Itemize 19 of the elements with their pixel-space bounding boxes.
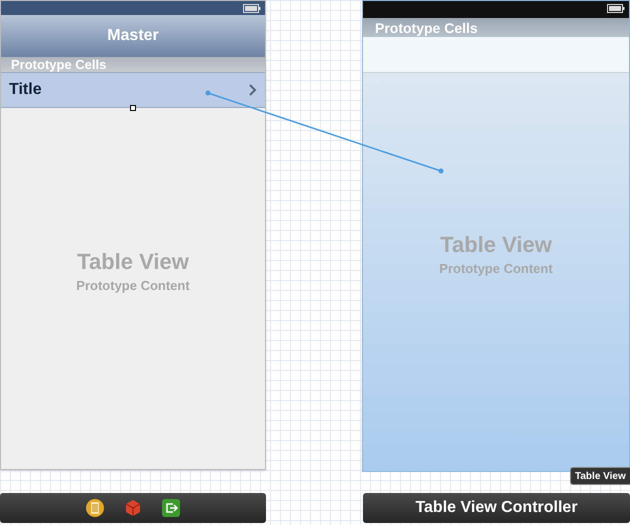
- section-header: Prototype Cells: [1, 57, 265, 72]
- table-view-label: Table View: [77, 248, 189, 276]
- table-cell[interactable]: [363, 37, 629, 73]
- table-view-label: Table View: [440, 231, 552, 258]
- document-icon[interactable]: [85, 498, 105, 518]
- battery-icon: [243, 4, 261, 13]
- battery-icon: [607, 4, 625, 13]
- cell-title: Title: [9, 80, 42, 100]
- chevron-icon: [249, 84, 257, 96]
- cube-icon[interactable]: [123, 498, 143, 518]
- resize-handle[interactable]: [130, 105, 136, 111]
- exit-icon[interactable]: [161, 498, 181, 518]
- prototype-content-label: Prototype Content: [439, 260, 553, 278]
- table-cell[interactable]: Title: [1, 72, 265, 108]
- navigation-title: Master: [107, 26, 159, 46]
- prototype-content-label: Prototype Content: [76, 276, 190, 295]
- section-header: Prototype Cells: [363, 18, 629, 37]
- tooltip: Table View: [570, 467, 630, 485]
- scene-title: Table View Controller: [415, 498, 578, 518]
